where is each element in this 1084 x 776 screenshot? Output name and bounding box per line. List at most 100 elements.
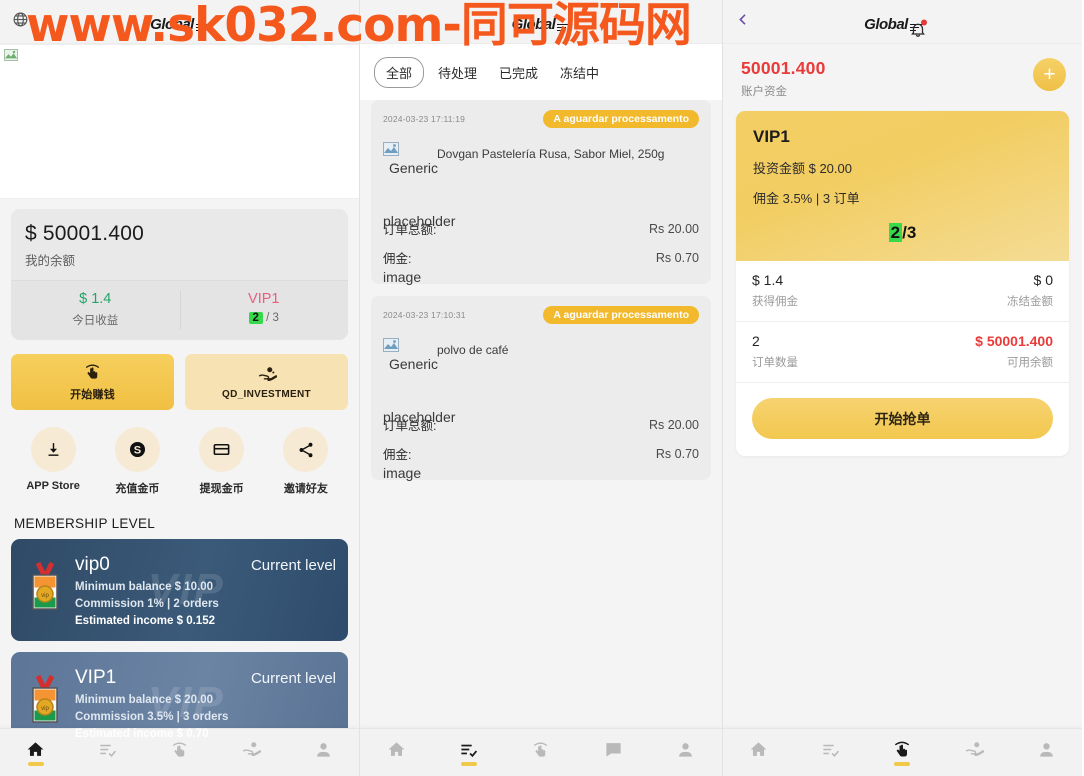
grab-order-box: VIP1 投资金额 $ 20.00 佣金 3.5% | 3 订单 2/3 $ 1… (736, 111, 1069, 456)
stat-value: $ 1.4 (752, 272, 784, 288)
globe-icon[interactable] (12, 11, 29, 33)
order-commission-label: 佣金: (383, 448, 412, 462)
account-amount-block: 50001.400 账户资金 (741, 58, 826, 99)
nav-home[interactable] (12, 740, 60, 766)
brand-speed-lines (195, 23, 209, 31)
order-total-value: Rs 20.00 (648, 417, 699, 432)
person-icon (316, 742, 330, 757)
account-amount: 50001.400 (741, 58, 826, 78)
image-alt-text: image (383, 465, 422, 481)
nav-orders[interactable] (84, 740, 132, 766)
order-commission-row: 佣金: Rs 0.70 (383, 439, 699, 468)
orders-total: / 3 (266, 312, 279, 324)
nav-grab[interactable] (878, 739, 926, 766)
brand-name: Global (511, 16, 556, 33)
vip-order-progress: 2 / 3 (184, 312, 345, 324)
home-icon (388, 741, 405, 756)
vip-investment-amount: 投资金额 $ 20.00 (753, 161, 852, 176)
hand-money-icon (258, 366, 277, 381)
broken-image-icon (383, 142, 399, 156)
start-grab-button[interactable]: 开始抢单 (752, 398, 1053, 439)
stat-label: 冻结金额 (1007, 296, 1053, 308)
nav-grab[interactable] (517, 740, 565, 766)
vip-card-name: VIP1 (75, 666, 117, 688)
start-earning-label: 开始赚钱 (70, 389, 115, 401)
nav-home[interactable] (372, 740, 420, 766)
quick-action-recharge[interactable]: S 充值金币 (95, 427, 179, 496)
vip-card-vip0[interactable]: VIP vip vip0 Current level Minimum balan… (11, 539, 348, 641)
promo-banner[interactable] (0, 44, 359, 199)
nav-home[interactable] (735, 740, 783, 766)
filter-tab-frozen[interactable]: 冻结中 (552, 57, 607, 88)
order-card[interactable]: 2024-03-23 17:10:31 A aguardar processam… (371, 296, 711, 481)
progress-total: /3 (902, 223, 917, 242)
start-earning-button[interactable]: 开始赚钱 (11, 354, 174, 410)
quick-action-invite[interactable]: 邀请好友 (264, 427, 348, 496)
stats-row: 2 订单数量 $ 50001.400 可用余额 (736, 322, 1069, 383)
order-card[interactable]: 2024-03-23 17:11:19 A aguardar processam… (371, 100, 711, 285)
nav-orders[interactable] (445, 740, 493, 766)
account-stats: $ 1.4 获得佣金 $ 0 冻结金额 2 订单数量 $ 50001.400 可… (736, 261, 1069, 383)
account-header: 50001.400 账户资金 + (723, 44, 1082, 111)
panel-orders: Global 全部 待处理 已完成 冻结中 2024-03-23 17:11:1… (359, 0, 723, 776)
stat-value: 2 (752, 333, 760, 349)
broken-image-icon (383, 338, 399, 352)
filter-tab-pending[interactable]: 待处理 (430, 57, 485, 88)
stat-available-balance: $ 50001.400 可用余额 (903, 333, 1053, 370)
tap-hand-icon (85, 364, 100, 379)
thumbnail-alt-text: Generic (389, 356, 439, 372)
nav-active-indicator (460, 761, 477, 766)
orders-done-chip: 2 (248, 312, 263, 324)
nav-profile[interactable] (1022, 740, 1070, 766)
quick-action-label: APP Store (26, 480, 80, 492)
account-label: 账户资金 (741, 86, 787, 98)
stat-label: 获得佣金 (752, 296, 798, 308)
quick-action-app-store[interactable]: APP Store (11, 427, 95, 496)
chat-icon (606, 742, 621, 757)
add-funds-button[interactable]: + (1033, 58, 1066, 91)
vip-card-status: Current level (250, 669, 336, 687)
vip-progress: 2/3 (753, 223, 1052, 243)
nav-grab[interactable] (155, 740, 203, 766)
hand-money-icon (965, 741, 985, 756)
quick-actions-row: APP Store S 充值金币 提现金币 邀请好友 (11, 427, 348, 496)
vip-card-head: vip0 Current level (75, 554, 336, 576)
nav-invest[interactable] (227, 740, 275, 766)
bell-icon[interactable] (909, 19, 927, 43)
nav-chat[interactable] (589, 740, 637, 766)
list-check-icon (461, 744, 478, 757)
panel-grab-orders: Global 50001.400 账户资金 + VIP1 投资金额 $ 20.0 (723, 0, 1082, 776)
vip-card-min-balance: Minimum balance $ 10.00 (75, 580, 214, 593)
panel-home: Global $ 50001.400 我的余额 $ 1.4 今日收益 VIP1 … (0, 0, 359, 776)
qd-investment-button[interactable]: QD_INVESTMENT (185, 354, 348, 410)
nav-invest[interactable] (950, 740, 998, 766)
stat-value: $ 0 (1033, 272, 1053, 288)
vip-commission-info: 佣金 3.5% | 3 订单 (753, 191, 860, 206)
person-icon (679, 742, 693, 757)
filter-tab-all[interactable]: 全部 (374, 57, 425, 88)
stat-value: $ 50001.400 (975, 333, 1053, 349)
nav-orders[interactable] (807, 740, 855, 766)
today-income-cell[interactable]: $ 1.4 今日收益 (11, 281, 180, 340)
stat-frozen-amount: $ 0 冻结金额 (903, 272, 1053, 309)
order-status-badge: A aguardar processamento (543, 306, 699, 324)
order-thumbnail: Generic (383, 142, 438, 200)
filter-tab-completed[interactable]: 已完成 (491, 57, 546, 88)
vip-card-commission: Commission 1% | 2 orders (75, 597, 219, 610)
screenshot-stage: Global $ 50001.400 我的余额 $ 1.4 今日收益 VIP1 … (0, 0, 1084, 776)
svg-text:vip: vip (41, 593, 49, 599)
progress-done: 2 (888, 223, 903, 242)
brand-name: Global (150, 16, 194, 33)
vip-level-value: VIP1 (248, 291, 280, 307)
tap-hand-icon (534, 742, 548, 757)
order-product: Generic Dovgan Pastelería Rusa, Sabor Mi… (383, 142, 699, 204)
nav-profile[interactable] (299, 740, 347, 766)
order-head: 2024-03-23 17:11:19 A aguardar processam… (383, 110, 699, 128)
vip-level-cell[interactable]: VIP1 2 / 3 (179, 281, 349, 340)
balance-main: $ 50001.400 我的余额 (11, 209, 348, 280)
quick-action-label: 邀请好友 (283, 483, 328, 495)
stats-row: $ 1.4 获得佣金 $ 0 冻结金额 (736, 261, 1069, 322)
back-chevron-icon[interactable] (735, 11, 751, 32)
quick-action-withdraw[interactable]: 提现金币 (180, 427, 264, 496)
nav-profile[interactable] (662, 740, 710, 766)
